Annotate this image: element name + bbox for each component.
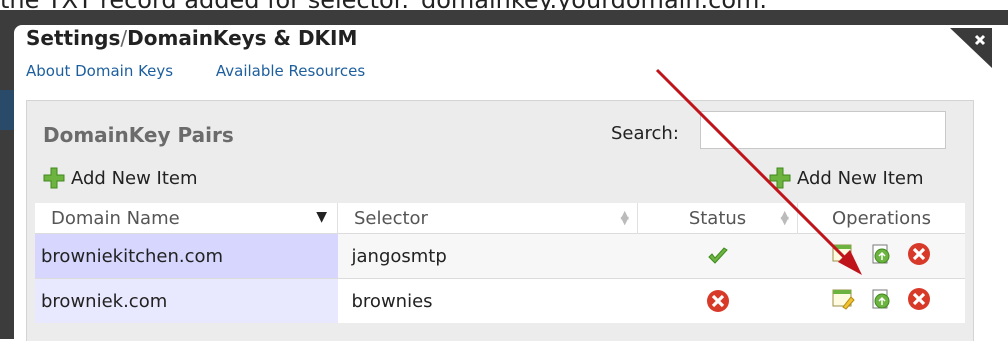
available-resources-link[interactable]: Available Resources bbox=[216, 62, 365, 80]
disable-key-icon[interactable] bbox=[831, 242, 855, 266]
plus-icon bbox=[769, 167, 791, 189]
domainkey-panel: DomainKey Pairs Search: Add New Item Add… bbox=[26, 100, 974, 341]
title-main: Settings bbox=[26, 26, 121, 50]
add-new-item-button-right[interactable]: Add New Item bbox=[769, 167, 924, 189]
domain-cell: browniek.com bbox=[35, 278, 338, 323]
domainkey-table: Domain Name ▼ Selector ▲ ▼ Status ▲ ▼ Oper… bbox=[35, 203, 965, 323]
column-header-status[interactable]: Status ▲ ▼ bbox=[637, 203, 798, 234]
status-cell bbox=[637, 278, 798, 323]
sort-icon: ▲ ▼ bbox=[780, 208, 789, 227]
status-cell bbox=[637, 233, 798, 279]
add-new-item-label: Add New Item bbox=[71, 167, 198, 189]
view-key-icon[interactable] bbox=[869, 242, 893, 266]
search-label: Search: bbox=[611, 123, 679, 144]
sort-icon: ▲ ▼ bbox=[620, 208, 629, 227]
operations-cell bbox=[797, 233, 965, 279]
delete-icon[interactable] bbox=[907, 287, 931, 311]
table-row[interactable]: browniek.com brownies bbox=[35, 278, 965, 323]
delete-icon[interactable] bbox=[907, 242, 931, 266]
title-sub: DomainKeys & DKIM bbox=[127, 26, 358, 50]
column-header-domain-name[interactable]: Domain Name ▼ bbox=[35, 203, 338, 234]
panel-title: DomainKey Pairs bbox=[43, 123, 234, 147]
column-header-selector[interactable]: Selector ▲ ▼ bbox=[337, 203, 638, 234]
domain-cell: browniekitchen.com bbox=[35, 233, 338, 279]
view-key-icon[interactable] bbox=[869, 287, 893, 311]
operations-cell bbox=[797, 278, 965, 323]
add-new-item-label: Add New Item bbox=[797, 167, 924, 189]
about-domain-keys-link[interactable]: About Domain Keys bbox=[26, 62, 173, 80]
checkmark-icon bbox=[707, 247, 728, 264]
sort-desc-icon: ▼ bbox=[316, 209, 327, 225]
edit-key-icon[interactable] bbox=[831, 287, 855, 311]
modal-links: About Domain Keys Available Resources bbox=[26, 62, 403, 80]
close-icon[interactable] bbox=[950, 28, 992, 68]
error-status-icon bbox=[706, 290, 729, 312]
search-input[interactable] bbox=[700, 111, 946, 149]
selector-cell: brownies bbox=[337, 278, 638, 323]
add-new-item-button-left[interactable]: Add New Item bbox=[43, 167, 198, 189]
table-row[interactable]: browniekitchen.com jangosmtp bbox=[35, 233, 965, 279]
selector-cell: jangosmtp bbox=[337, 233, 638, 279]
plus-icon bbox=[43, 167, 65, 189]
column-header-operations: Operations bbox=[797, 203, 965, 234]
modal-title: Settings/DomainKeys & DKIM bbox=[26, 26, 357, 50]
